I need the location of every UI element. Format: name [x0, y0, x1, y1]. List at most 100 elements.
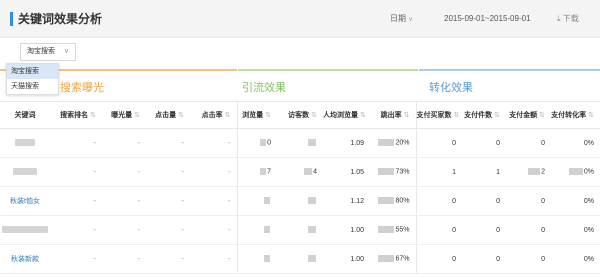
redacted-value — [378, 168, 395, 176]
ctr-cell: - — [190, 157, 237, 187]
items-cell: 0 — [462, 215, 506, 245]
col-label: 支付买家数 — [416, 112, 452, 119]
col-conversion-rate[interactable]: 支付转化率 ⇅ — [551, 101, 600, 129]
dropdown-option-tmall[interactable]: 天猫搜索 — [7, 79, 58, 94]
table-header-row: 关键词 搜索排名 ⇅ 曝光量 ⇅ 点击量 ⇅ 点击率 ⇅ 浏览量 ⇅ 访客数 ⇅ 人均浏览量… — [0, 101, 600, 129]
amount-cell: 0 — [506, 128, 551, 158]
conversion-cell: 0% — [551, 215, 600, 245]
exposure-cell: - — [102, 244, 146, 274]
buyers-cell: 0 — [415, 128, 462, 158]
redacted-keyword — [2, 226, 48, 234]
date-picker-toggle[interactable]: 日期 ∨ — [390, 13, 413, 26]
keyword-cell[interactable] — [0, 128, 50, 158]
clicks-cell: - — [146, 128, 190, 158]
clicks-cell: - — [146, 244, 190, 274]
col-label: 跳出率 — [380, 112, 402, 119]
date-label: 日期 — [390, 14, 406, 23]
col-items[interactable]: 支付件数 ⇅ — [462, 101, 506, 129]
sort-icon: ⇅ — [134, 112, 140, 119]
col-label: 支付金额 — [509, 112, 538, 119]
col-amount[interactable]: 支付金额 ⇅ — [506, 101, 551, 129]
amount-cell: 0 — [506, 186, 551, 216]
redacted-value — [264, 197, 270, 205]
redacted-value — [378, 255, 395, 263]
redacted-value — [378, 197, 395, 205]
col-keyword: 关键词 — [0, 101, 50, 129]
title-accent-bar — [10, 12, 13, 26]
sort-icon: ⇅ — [403, 112, 410, 119]
page-title: 关键词效果分析 — [18, 12, 103, 26]
amount-value: 2 — [541, 168, 545, 176]
ctr-cell: - — [190, 128, 237, 158]
col-pv[interactable]: 浏览量 ⇅ — [236, 101, 277, 129]
bounce-value: 55% — [395, 226, 410, 234]
keyword-cell[interactable] — [0, 215, 50, 245]
keyword-table: 关键词 搜索排名 ⇅ 曝光量 ⇅ 点击量 ⇅ 点击率 ⇅ 浏览量 ⇅ 访客数 ⇅ 人均浏览量… — [0, 101, 600, 274]
redacted-value — [308, 226, 316, 234]
avg-pv-cell: 1.00 — [323, 215, 370, 245]
pv-cell: 7 — [236, 157, 277, 187]
redacted-value — [260, 139, 267, 147]
redacted-value — [308, 197, 316, 205]
sort-icon: ⇅ — [178, 112, 184, 119]
rank-cell: - — [50, 215, 102, 245]
clicks-cell: - — [146, 215, 190, 245]
redacted-keyword — [15, 139, 35, 147]
chevron-down-icon: ∨ — [63, 48, 69, 55]
bounce-value: 67% — [395, 255, 410, 263]
conversion-cell: 0% — [551, 157, 600, 187]
uv-cell: 4 — [277, 157, 323, 187]
col-bounce[interactable]: 跳出率 ⇅ — [370, 101, 416, 129]
ctr-cell: - — [190, 186, 237, 216]
col-avg-pv[interactable]: 人均浏览量 ⇅ — [323, 101, 370, 129]
buyers-cell: 0 — [415, 244, 462, 274]
date-range: 2015-09-01~2015-09-01 — [444, 14, 531, 23]
conversion-cell: 0% — [551, 186, 600, 216]
sort-icon: ⇅ — [90, 112, 96, 119]
keyword-cell[interactable]: 秋装新款 — [0, 244, 50, 274]
sort-icon: ⇅ — [224, 112, 231, 119]
exposure-cell: - — [102, 215, 146, 245]
bounce-value: 20% — [395, 139, 410, 147]
redacted-value — [528, 168, 541, 176]
col-search-rank[interactable]: 搜索排名 ⇅ — [50, 101, 102, 129]
conversion-value: 0% — [583, 168, 594, 176]
bounce-cell: 80% — [370, 186, 416, 216]
uv-cell — [277, 128, 323, 158]
items-cell: 0 — [462, 186, 506, 216]
exposure-cell: - — [102, 186, 146, 216]
pv-value: 0 — [267, 139, 271, 147]
download-icon: ⤓ — [557, 14, 561, 23]
redacted-value — [264, 255, 270, 263]
bounce-value: 80% — [395, 197, 410, 205]
conversion-cell: 0% — [551, 128, 600, 158]
col-clicks[interactable]: 点击量 ⇅ — [146, 101, 190, 129]
sort-icon: ⇅ — [360, 112, 366, 119]
exposure-cell: - — [102, 128, 146, 158]
col-label: 点击量 — [155, 112, 177, 119]
keyword-cell[interactable] — [0, 157, 50, 187]
col-ctr[interactable]: 点击率 ⇅ — [190, 101, 237, 129]
bounce-cell: 20% — [370, 128, 416, 158]
col-uv[interactable]: 访客数 ⇅ — [277, 101, 323, 129]
table-row: - - - - 1.00 55% 0 0 0 0% — [0, 215, 600, 245]
table-row: 秋装t恤女 - - - - 1.12 80% 0 0 0 0% — [0, 186, 600, 216]
clicks-cell: - — [146, 186, 190, 216]
chevron-down-icon: ∨ — [408, 16, 414, 23]
dropdown-option-taobao[interactable]: 淘宝搜索 — [7, 64, 58, 79]
items-cell: 0 — [462, 128, 506, 158]
sort-icon: ⇅ — [494, 112, 500, 119]
clicks-cell: - — [146, 157, 190, 187]
avg-pv-cell: 1.05 — [323, 157, 370, 187]
source-dropdown: 淘宝搜索 天猫搜索 — [6, 63, 59, 95]
download-button[interactable]: ⤓ 下载 — [557, 13, 579, 25]
col-exposure[interactable]: 曝光量 ⇅ — [102, 101, 146, 129]
col-label: 支付转化率 — [551, 112, 587, 119]
col-buyers[interactable]: 支付买家数 ⇅ — [415, 101, 462, 129]
table-row: 秋装新款 - - - - 1.00 67% 0 0 0 0% — [0, 244, 600, 274]
keyword-cell[interactable]: 秋装t恤女 — [0, 186, 50, 216]
bounce-value: 73% — [395, 168, 410, 176]
source-select[interactable]: 淘宝搜索 ∨ — [20, 43, 76, 61]
group-divider — [238, 69, 418, 71]
pv-cell — [236, 244, 277, 274]
